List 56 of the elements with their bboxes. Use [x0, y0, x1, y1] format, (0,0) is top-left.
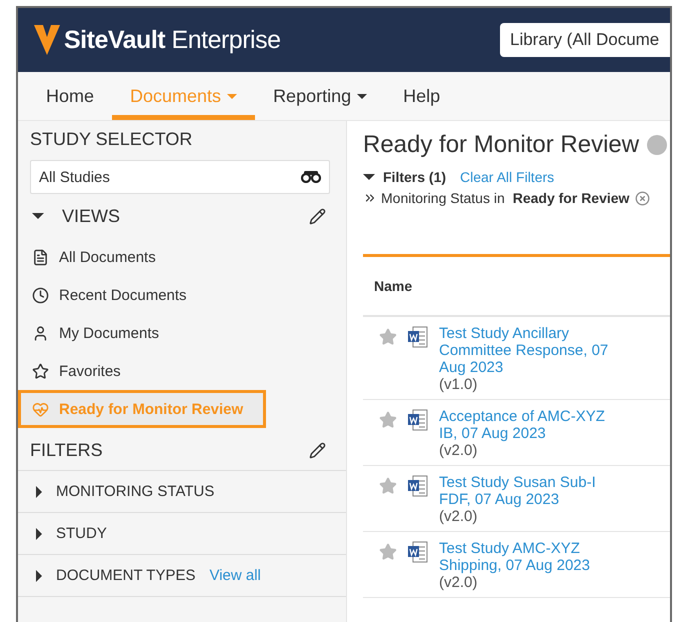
edit-icon[interactable]: [309, 208, 326, 224]
document-link[interactable]: Acceptance of AMC-XYZ IB, 07 Aug 2023: [439, 408, 624, 442]
favorite-star-icon[interactable]: [379, 477, 397, 495]
view-item[interactable]: All Documents: [18, 238, 346, 276]
expand-icon[interactable]: [36, 486, 42, 498]
filter-label[interactable]: DOCUMENT TYPES: [56, 567, 196, 584]
favorite-star-icon[interactable]: [379, 543, 397, 561]
favorite-star-icon[interactable]: [379, 411, 397, 429]
document-link[interactable]: Test Study Ancillary Committee Response, 07 Aug 2023: [439, 325, 624, 376]
binoculars-icon[interactable]: [301, 171, 321, 183]
logo-icon: [34, 25, 60, 55]
document-icon: [32, 248, 49, 266]
word-document-icon: [407, 409, 429, 431]
nav-tab[interactable]: Help: [385, 72, 458, 120]
filter-field: Monitoring Status in: [381, 190, 505, 206]
edit-icon[interactable]: [309, 442, 326, 458]
filters-toggle[interactable]: Filters (1): [383, 169, 446, 185]
caret-icon: [227, 94, 238, 98]
document-version: (v2.0): [439, 574, 478, 591]
user-icon: [32, 324, 49, 342]
brand-name: SiteVault Enterprise: [64, 26, 280, 54]
star-icon: [32, 362, 49, 380]
section-title: VIEWS: [62, 206, 120, 226]
filter-label[interactable]: STUDY: [56, 525, 107, 542]
filter-value: Ready for Review: [512, 190, 630, 206]
document-version: (v2.0): [439, 508, 478, 525]
clear-filters-link[interactable]: Clear All Filters: [460, 169, 554, 185]
column-header[interactable]: Name: [374, 278, 412, 294]
word-document-icon: [407, 475, 429, 497]
word-document-icon: [407, 541, 429, 563]
nav-tab[interactable]: Home: [28, 72, 112, 120]
section-title: FILTERS: [30, 440, 103, 460]
study-value: All Studies: [39, 168, 110, 186]
caret-icon: [357, 94, 368, 98]
heartbeat-icon: [32, 400, 49, 418]
filter-label[interactable]: MONITORING STATUS: [56, 483, 214, 500]
collapse-icon[interactable]: [363, 174, 375, 180]
collapse-icon[interactable]: [32, 213, 44, 219]
nav-tab[interactable]: Reporting: [255, 72, 386, 120]
study-field[interactable]: All Studies: [30, 160, 330, 194]
view-item[interactable]: Recent Documents: [18, 276, 346, 314]
expand-icon[interactable]: [36, 528, 42, 540]
document-version: (v2.0): [439, 442, 478, 459]
document-link[interactable]: Test Study Susan Sub-I FDF, 07 Aug 2023: [439, 474, 624, 508]
clock-icon: [32, 286, 49, 304]
word-document-icon: [407, 326, 429, 348]
favorite-star-icon[interactable]: [379, 328, 397, 346]
expand-icon[interactable]: [36, 570, 42, 582]
page-title: Ready for Monitor Review: [363, 131, 640, 159]
section-title: STUDY SELECTOR: [29, 128, 194, 150]
remove-filter-icon[interactable]: [635, 190, 650, 206]
view-item[interactable]: Favorites: [18, 352, 346, 390]
document-version: (v1.0): [439, 376, 478, 393]
library-select[interactable]: Library (All Docume: [500, 23, 670, 57]
document-link[interactable]: Test Study AMC-XYZ Shipping, 07 Aug 2023: [439, 540, 624, 574]
view-item[interactable]: My Documents: [18, 314, 346, 352]
